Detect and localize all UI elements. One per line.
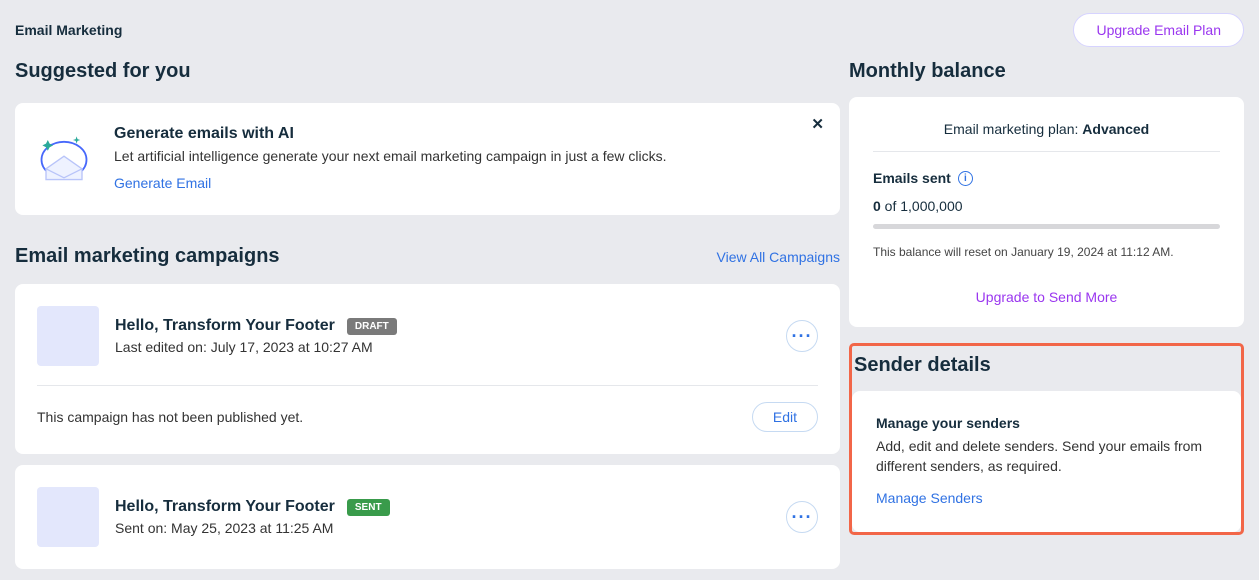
suggestion-card: Generate emails with AI Let artificial i… bbox=[15, 103, 840, 215]
ai-envelope-icon bbox=[37, 131, 91, 185]
more-options-icon[interactable]: ··· bbox=[786, 320, 818, 352]
upgrade-plan-button[interactable]: Upgrade Email Plan bbox=[1073, 13, 1244, 47]
campaign-status-note: This campaign has not been published yet… bbox=[37, 409, 303, 425]
upgrade-send-more-link[interactable]: Upgrade to Send More bbox=[976, 289, 1118, 305]
suggestion-title: Generate emails with AI bbox=[114, 125, 667, 143]
campaign-card: Hello, Transform Your Footer SENT Sent o… bbox=[15, 465, 840, 569]
campaign-meta: Last edited on: July 17, 2023 at 10:27 A… bbox=[115, 339, 770, 355]
progress-bar bbox=[873, 224, 1220, 229]
edit-button[interactable]: Edit bbox=[752, 402, 818, 432]
campaign-meta: Sent on: May 25, 2023 at 11:25 AM bbox=[115, 520, 770, 536]
emails-sent-label: Emails sent bbox=[873, 170, 951, 186]
status-badge: DRAFT bbox=[347, 318, 397, 335]
sender-header: Sender details bbox=[852, 346, 1241, 391]
page-title: Email Marketing bbox=[15, 22, 122, 38]
suggested-header: Suggested for you bbox=[15, 60, 840, 83]
balance-header: Monthly balance bbox=[849, 60, 1244, 83]
status-badge: SENT bbox=[347, 499, 390, 516]
info-icon[interactable]: i bbox=[958, 171, 973, 186]
balance-card: Email marketing plan: Advanced Emails se… bbox=[849, 97, 1244, 327]
campaign-thumbnail bbox=[37, 306, 99, 366]
generate-email-link[interactable]: Generate Email bbox=[114, 175, 211, 191]
count-value: 0 bbox=[873, 198, 881, 214]
reset-note: This balance will reset on January 19, 2… bbox=[873, 245, 1220, 259]
more-options-icon[interactable]: ··· bbox=[786, 501, 818, 533]
emails-sent-count: 0 of 1,000,000 bbox=[873, 198, 1220, 214]
sender-desc: Add, edit and delete senders. Send your … bbox=[876, 437, 1217, 476]
count-total: of 1,000,000 bbox=[881, 198, 963, 214]
sender-details-highlight: Sender details Manage your senders Add, … bbox=[849, 343, 1244, 535]
divider bbox=[37, 385, 818, 386]
divider bbox=[873, 151, 1220, 152]
campaign-card: Hello, Transform Your Footer DRAFT Last … bbox=[15, 284, 840, 454]
manage-senders-link[interactable]: Manage Senders bbox=[876, 490, 983, 506]
campaigns-header: Email marketing campaigns bbox=[15, 245, 280, 268]
campaign-thumbnail bbox=[37, 487, 99, 547]
sender-title: Manage your senders bbox=[876, 415, 1217, 431]
plan-name: Advanced bbox=[1082, 121, 1149, 137]
campaign-title: Hello, Transform Your Footer bbox=[115, 317, 335, 335]
plan-prefix: Email marketing plan: bbox=[944, 121, 1083, 137]
campaign-title: Hello, Transform Your Footer bbox=[115, 498, 335, 516]
view-all-campaigns-link[interactable]: View All Campaigns bbox=[717, 249, 840, 265]
close-icon[interactable]: ✕ bbox=[811, 115, 824, 133]
plan-line: Email marketing plan: Advanced bbox=[873, 121, 1220, 137]
suggestion-desc: Let artificial intelligence generate you… bbox=[114, 148, 667, 164]
sender-card: Manage your senders Add, edit and delete… bbox=[852, 391, 1241, 532]
